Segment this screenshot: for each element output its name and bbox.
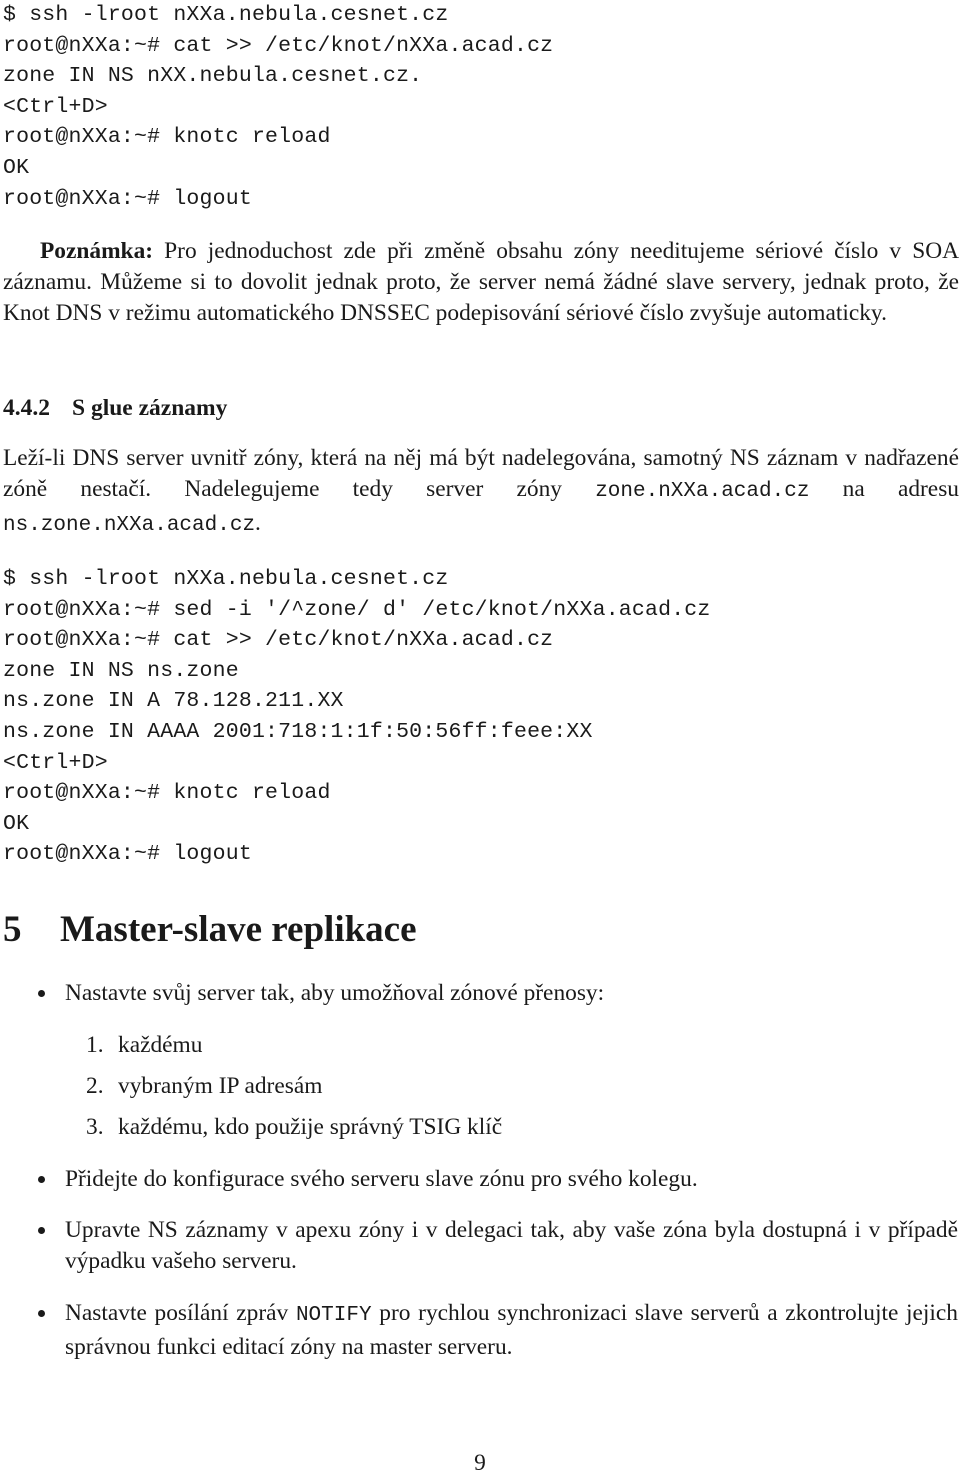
- bullet-icon: [38, 1176, 45, 1183]
- enum-number: 3.: [86, 1114, 104, 1140]
- list-item-text: Nastavte svůj server tak, aby umožňoval …: [65, 980, 605, 1006]
- code-line: zone IN NS ns.zone: [3, 658, 239, 683]
- section-title: Master-slave replikace: [60, 909, 417, 950]
- inline-code-notify: NOTIFY: [295, 1304, 372, 1327]
- list-item-text: Upravte NS záznamy v apexu zóny i v dele…: [65, 1217, 958, 1274]
- bullet-icon: [38, 1227, 45, 1234]
- note-label: Poznámka:: [40, 238, 154, 264]
- enum-text: každému: [118, 1032, 203, 1058]
- code-line: root@nXXa:~# logout: [3, 186, 252, 211]
- list-item: Upravte NS záznamy v apexu zóny i v dele…: [38, 1215, 958, 1277]
- code-line: root@nXXa:~# logout: [3, 842, 252, 867]
- code-line: $ ssh -lroot nXXa.nebula.cesnet.cz: [3, 567, 449, 591]
- code-line: OK: [3, 811, 30, 836]
- inline-code-ns-zone: ns.zone.nXXa.acad.cz: [3, 513, 256, 537]
- code-line: $ ssh -lroot nXXa.nebula.cesnet.cz: [3, 3, 449, 27]
- code-line: root@nXXa:~# cat >> /etc/knot/nXXa.acad.…: [3, 33, 554, 58]
- subsection-heading: 4.4.2 S glue záznamy: [3, 395, 227, 422]
- enum-number: 1.: [86, 1032, 104, 1058]
- list-item: Přidejte do konfigurace svého serveru sl…: [38, 1164, 958, 1195]
- code-line: root@nXXa:~# sed -i '/^zone/ d' /etc/kno…: [3, 597, 711, 622]
- code-line: <Ctrl+D>: [3, 750, 108, 775]
- list-item-text: Přidejte do konfigurace svého serveru sl…: [65, 1166, 698, 1192]
- enum-text: každému, kdo použije správný TSIG klíč: [118, 1114, 503, 1140]
- code-line: ns.zone IN A 78.128.211.XX: [3, 689, 344, 714]
- list-item: Nastavte posílání zpráv NOTIFY pro rychl…: [38, 1298, 958, 1363]
- list-item-text: Nastavte posílání zpráv: [65, 1300, 296, 1326]
- paragraph-text: na adresu: [809, 475, 959, 502]
- code-line: root@nXXa:~# knotc reload: [3, 781, 331, 806]
- section-number: 5: [3, 909, 22, 950]
- code-line: <Ctrl+D>: [3, 94, 108, 119]
- code-line: root@nXXa:~# cat >> /etc/knot/nXXa.acad.…: [3, 628, 554, 653]
- subsection-number: 4.4.2: [3, 395, 50, 421]
- enum-item: 1. každému: [86, 1030, 202, 1061]
- list-item: Nastavte svůj server tak, aby umožňoval …: [38, 978, 958, 1009]
- glue-paragraph: Leží-li DNS server uvnitř zóny, která na…: [3, 443, 959, 541]
- code-line: ns.zone IN AAAA 2001:718:1:1f:50:56ff:fe…: [3, 720, 593, 744]
- enum-item: 2. vybraným IP adresám: [86, 1071, 322, 1102]
- code-line: OK: [3, 156, 30, 180]
- inline-code-zone: zone.nXXa.acad.cz: [595, 479, 810, 503]
- bullet-icon: [38, 1310, 45, 1317]
- enum-number: 2.: [86, 1073, 104, 1099]
- bullet-icon: [38, 990, 45, 997]
- enum-text: vybraným IP adresám: [118, 1073, 323, 1099]
- paragraph-text: .: [255, 509, 261, 536]
- enum-item: 3. každému, kdo použije správný TSIG klíč: [86, 1112, 502, 1143]
- subsection-title: S glue záznamy: [72, 395, 228, 421]
- note-paragraph: Poznámka: Pro jednoduchost zde při změně…: [3, 236, 959, 328]
- page-number: 9: [474, 1450, 486, 1476]
- section-heading: 5 Master-slave replikace: [3, 908, 417, 951]
- code-line: root@nXXa:~# knotc reload: [3, 125, 331, 150]
- code-line: zone IN NS nXX.nebula.cesnet.cz.: [3, 64, 423, 89]
